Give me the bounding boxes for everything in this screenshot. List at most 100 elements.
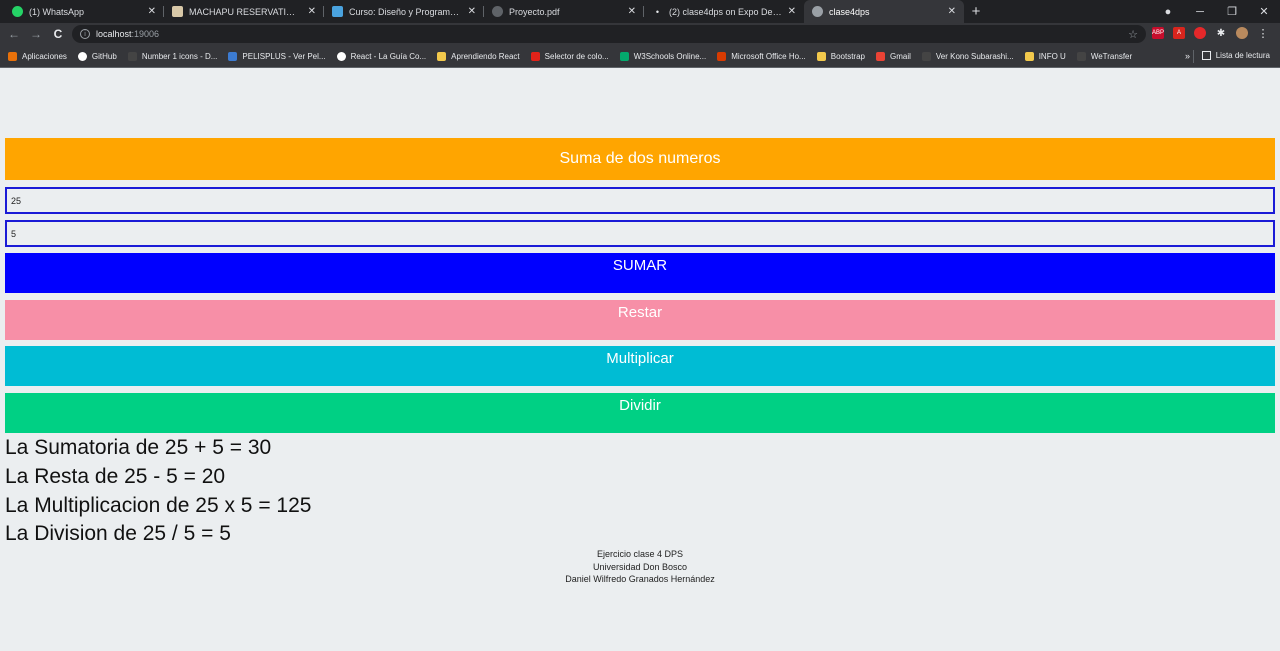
bookmark-gmail[interactable]: Gmail: [875, 51, 911, 61]
tab-clase4dps[interactable]: clase4dps ✕: [804, 0, 964, 23]
tab-title: MACHAPU RESERVATIONS - DPS: [189, 6, 302, 17]
minimize-button[interactable]: ─: [1184, 6, 1216, 18]
page-content: Suma de dos numeros SUMAR Restar Multipl…: [0, 68, 1280, 651]
gmail-icon: [875, 51, 885, 61]
restar-button[interactable]: Restar: [5, 300, 1275, 340]
restore-button[interactable]: ❐: [1216, 5, 1248, 18]
bookmark-wetransfer[interactable]: WeTransfer: [1076, 51, 1132, 61]
reading-list-label: Lista de lectura: [1215, 51, 1270, 60]
tab-title: Curso: Diseño y Programación de: [349, 6, 462, 17]
dot-icon: •: [655, 6, 660, 17]
bookmark-kono-subarashi[interactable]: Ver Kono Subarashi...: [921, 51, 1014, 61]
subtraction-result: La Resta de 25 - 5 = 20: [5, 465, 226, 488]
w3schools-icon: [619, 51, 629, 61]
rocket-icon[interactable]: [1194, 27, 1206, 39]
bookmark-label: Aplicaciones: [22, 51, 67, 61]
window-controls: ● ─ ❐ ✕: [1152, 0, 1280, 23]
address-bar[interactable]: i localhost:19006 ☆: [72, 25, 1146, 43]
close-icon[interactable]: ✕: [148, 6, 156, 17]
bookmark-react-guia[interactable]: React - La Guía Co...: [336, 51, 427, 61]
bookmarks-divider: [1193, 50, 1194, 63]
adblock-icon[interactable]: ABP: [1152, 27, 1164, 39]
tab-strip: (1) WhatsApp ✕ MACHAPU RESERVATIONS - DP…: [0, 0, 1280, 23]
multiplicar-button[interactable]: Multiplicar: [5, 346, 1275, 386]
bookmark-microsoft-office[interactable]: Microsoft Office Ho...: [717, 51, 806, 61]
close-icon[interactable]: ✕: [628, 6, 636, 17]
reading-list-icon: [1201, 51, 1211, 60]
sumar-button[interactable]: SUMAR: [5, 253, 1275, 293]
profile-menu-icon[interactable]: ●: [1152, 6, 1184, 18]
pdf-icon[interactable]: A: [1173, 27, 1185, 39]
first-number-input[interactable]: [5, 187, 1275, 214]
bookmark-label: PELISPLUS - Ver Pel...: [242, 51, 326, 61]
url-port: :19006: [131, 29, 160, 39]
close-icon[interactable]: ✕: [788, 6, 796, 17]
more-icon[interactable]: ⋮: [1257, 27, 1269, 40]
close-icon[interactable]: ✕: [308, 6, 316, 17]
dividir-button[interactable]: Dividir: [5, 393, 1275, 433]
reload-button[interactable]: C: [47, 27, 69, 41]
bookmark-w3schools[interactable]: W3Schools Online...: [619, 51, 707, 61]
site-info-icon[interactable]: i: [80, 29, 90, 39]
bookmark-label: Gmail: [889, 51, 911, 61]
tab-curso[interactable]: Curso: Diseño y Programación de ✕: [324, 0, 484, 23]
bookmark-label: Bootstrap: [830, 51, 865, 61]
bookmark-label: GitHub: [91, 51, 117, 61]
back-button[interactable]: ←: [3, 27, 25, 41]
globe-icon: [492, 6, 503, 17]
apps-grid-icon: [8, 51, 17, 61]
anime-icon: [921, 51, 931, 61]
tab-title: Proyecto.pdf: [509, 6, 560, 17]
close-icon[interactable]: ✕: [948, 6, 956, 17]
reading-list-button[interactable]: Lista de lectura: [1201, 51, 1270, 60]
tab-whatsapp[interactable]: (1) WhatsApp ✕: [4, 0, 164, 23]
url-host: localhost: [96, 29, 132, 39]
tab-expo-developer[interactable]: • (2) clase4dps on Expo Developer ✕: [644, 0, 804, 23]
tab-title: clase4dps: [829, 6, 870, 17]
folder-icon: [816, 51, 826, 61]
close-icon[interactable]: ✕: [468, 6, 476, 17]
bookmark-star-icon[interactable]: ☆: [1128, 28, 1138, 41]
bookmark-bootstrap[interactable]: Bootstrap: [816, 51, 865, 61]
bookmark-aprendiendo-react[interactable]: Aprendiendo React: [437, 51, 520, 61]
sum-result: La Sumatoria de 25 + 5 = 30: [5, 436, 272, 459]
bookmarks-overflow-button[interactable]: »: [1185, 51, 1190, 61]
bookmark-selector-color[interactable]: Selector de colo...: [530, 51, 609, 61]
office-icon: [717, 51, 727, 61]
page-icon: [172, 6, 183, 17]
tab-machapu[interactable]: MACHAPU RESERVATIONS - DPS ✕: [164, 0, 324, 23]
wetransfer-icon: [1076, 51, 1086, 61]
bookmark-number1-icons[interactable]: Number 1 icons - D...: [127, 51, 218, 61]
course-icon: [332, 6, 343, 17]
bookmark-label: Number 1 icons - D...: [141, 51, 218, 61]
bookmark-label: INFO U: [1038, 51, 1066, 61]
bookmark-info-u[interactable]: INFO U: [1024, 51, 1066, 61]
bookmark-label: W3Schools Online...: [633, 51, 707, 61]
bookmark-pelisplus[interactable]: PELISPLUS - Ver Pel...: [228, 51, 326, 61]
react-icon: [336, 51, 346, 61]
extensions-bar: ABP A ✱ ⋮: [1152, 27, 1269, 40]
bookmark-aplicaciones[interactable]: Aplicaciones: [8, 51, 67, 61]
close-window-button[interactable]: ✕: [1248, 5, 1280, 18]
new-tab-button[interactable]: +: [964, 0, 988, 23]
forward-button[interactable]: →: [25, 27, 47, 41]
pelisplus-icon: [228, 51, 238, 61]
whatsapp-icon: [12, 6, 23, 17]
footer-line-3: Daniel Wilfredo Granados Hernández: [565, 574, 715, 584]
tab-title: (1) WhatsApp: [29, 6, 85, 17]
app-header: Suma de dos numeros: [5, 138, 1275, 180]
bookmark-label: React - La Guía Co...: [350, 51, 427, 61]
expo-icon: [812, 6, 823, 17]
footer-line-2: Universidad Don Bosco: [592, 562, 688, 572]
bookmark-label: Selector de colo...: [544, 51, 609, 61]
puzzle-icon[interactable]: ✱: [1215, 27, 1227, 39]
profile-avatar-icon[interactable]: [1236, 27, 1248, 39]
bookmark-label: Microsoft Office Ho...: [731, 51, 806, 61]
second-number-input[interactable]: [5, 220, 1275, 247]
bookmark-github[interactable]: GitHub: [77, 51, 117, 61]
tab-proyecto-pdf[interactable]: Proyecto.pdf ✕: [484, 0, 644, 23]
bookmarks-bar: Aplicaciones GitHub Number 1 icons - D..…: [0, 45, 1280, 68]
bookmark-label: Aprendiendo React: [451, 51, 520, 61]
bookmark-label: Ver Kono Subarashi...: [935, 51, 1014, 61]
tab-title: (2) clase4dps on Expo Developer: [669, 6, 782, 17]
